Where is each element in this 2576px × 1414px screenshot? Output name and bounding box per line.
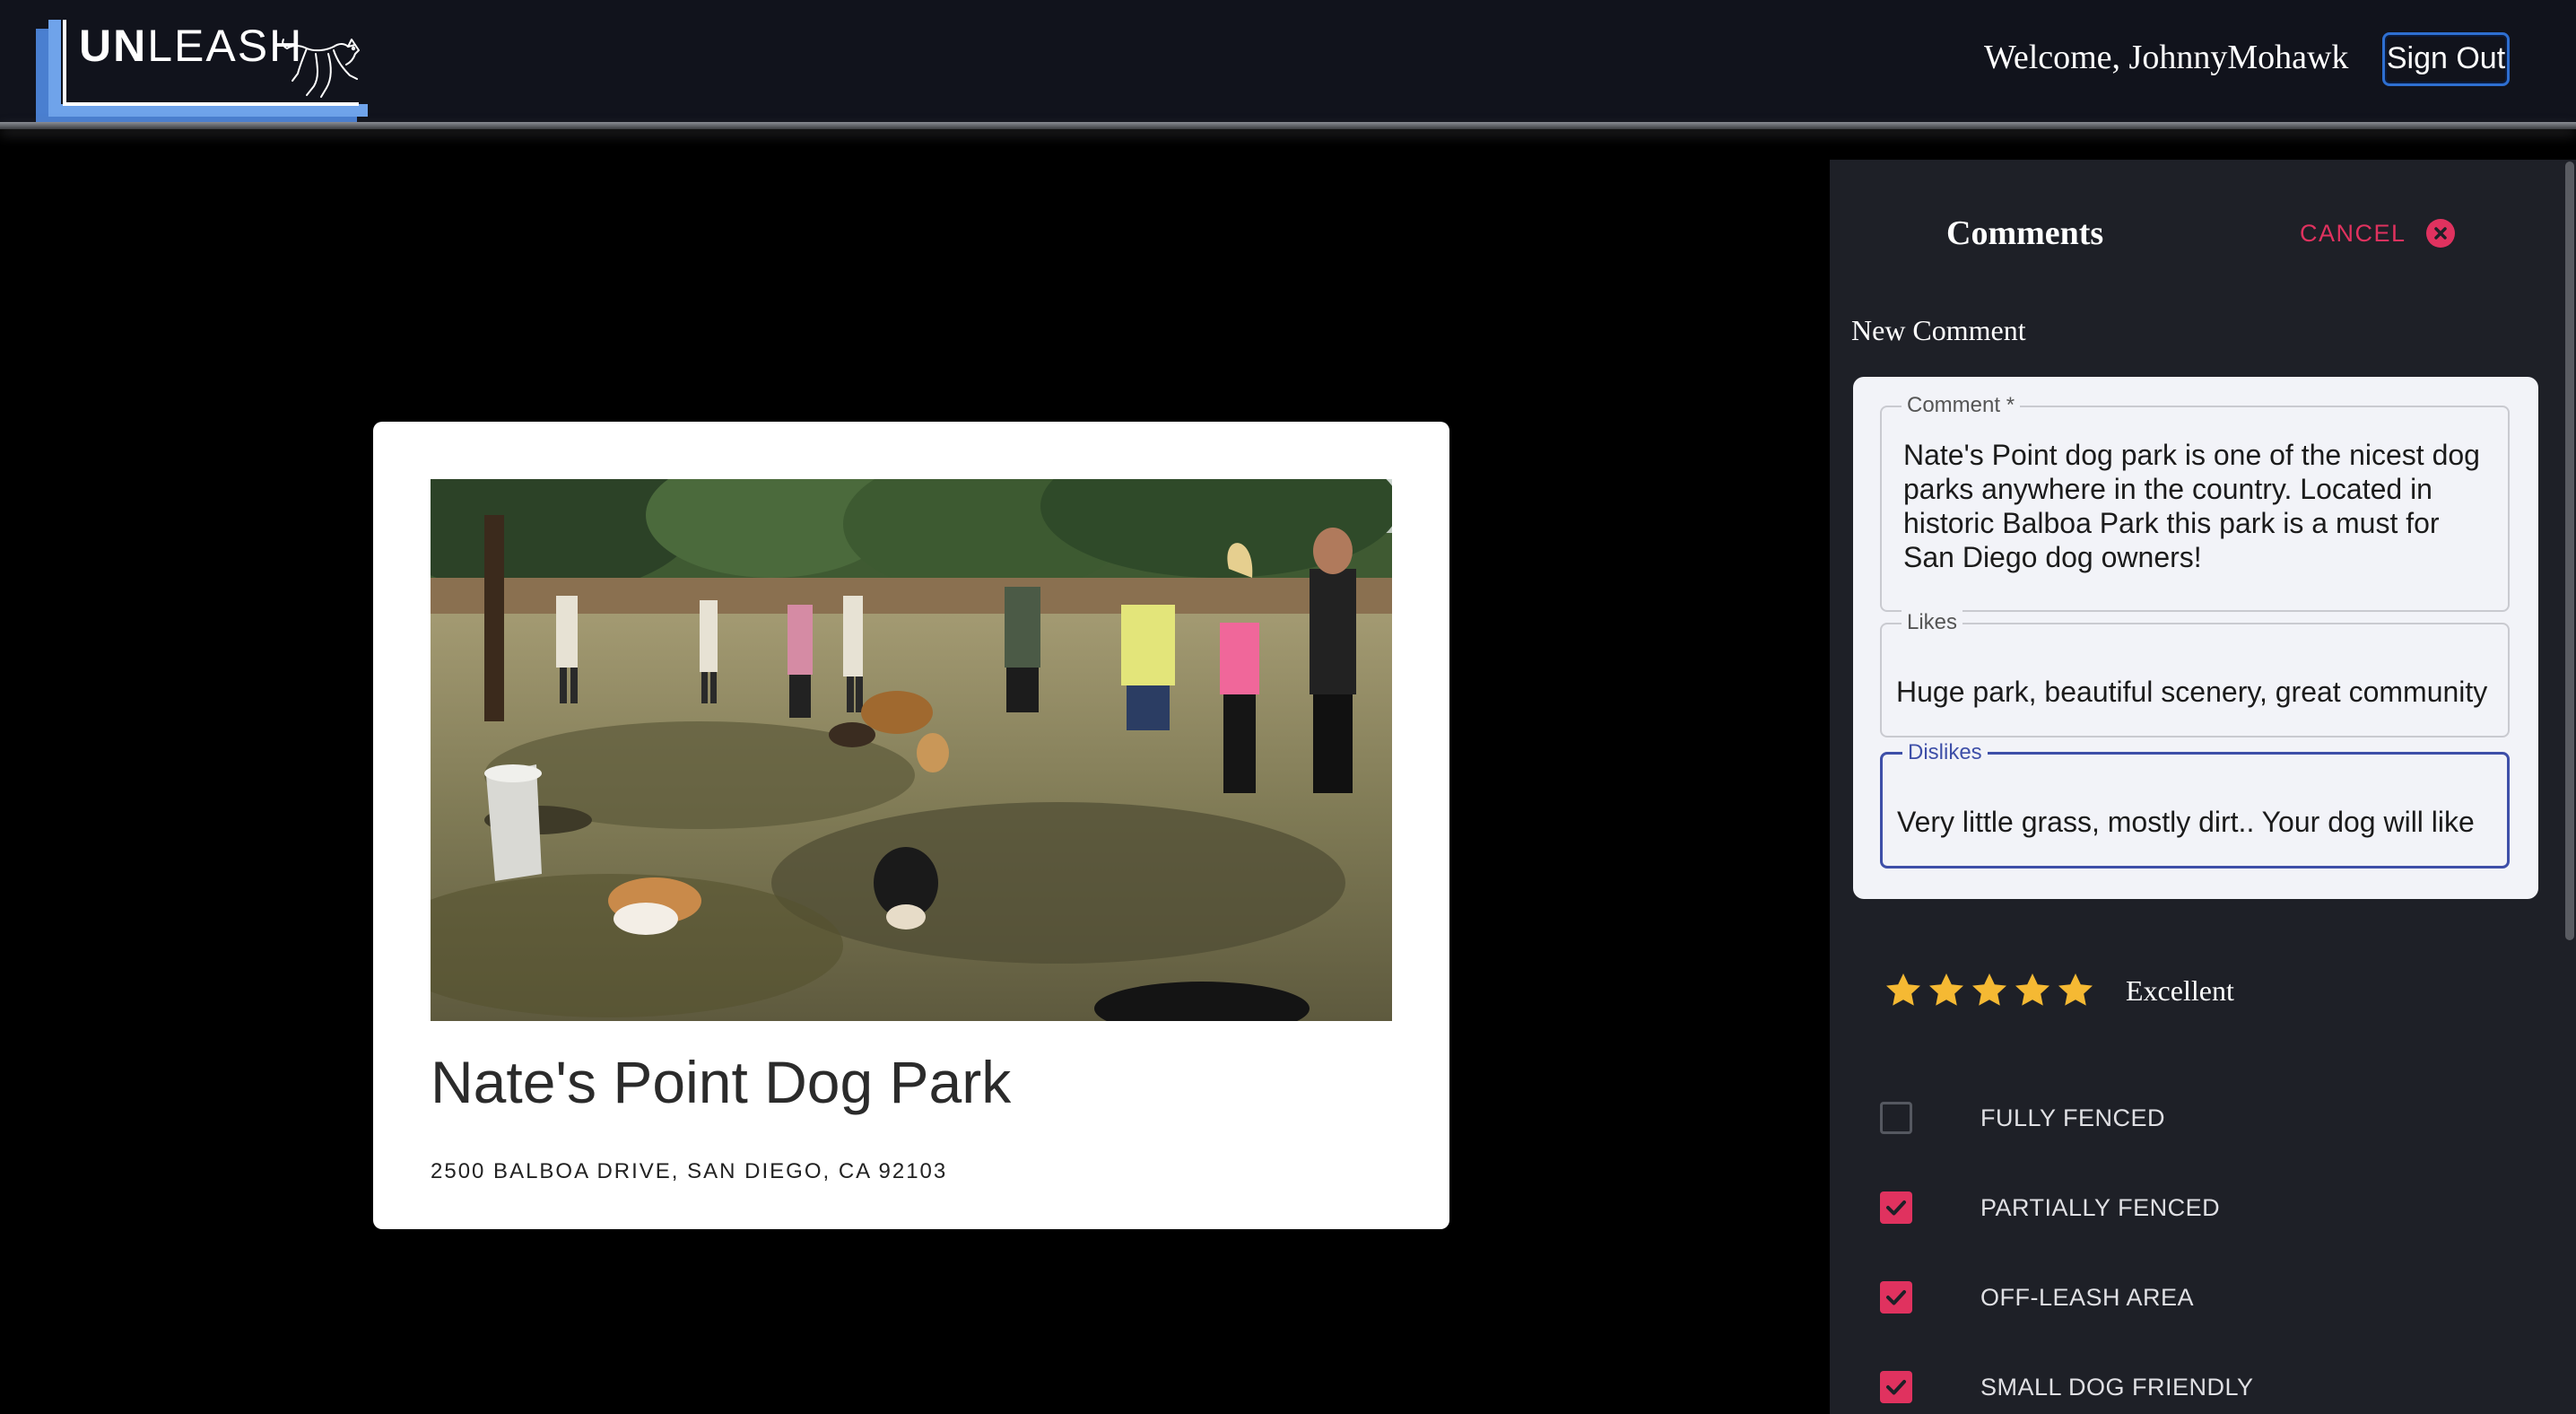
panel-scroll-thumb[interactable] <box>2565 161 2574 940</box>
amenity-option-label: FULLY FENCED <box>1980 1104 2166 1131</box>
running-dog-icon <box>282 39 360 98</box>
welcome-message: Welcome, JohnnyMohawk <box>1984 39 2349 76</box>
dislikes-field-label: Dislikes <box>1902 740 1988 765</box>
likes-field[interactable]: Likes Huge park, beautiful scenery, grea… <box>1880 610 2510 738</box>
star-icon[interactable] <box>1968 969 2011 1012</box>
amenity-option-label: PARTIALLY FENCED <box>1980 1193 2221 1221</box>
logo-wordmark: UNLEASH <box>79 20 303 72</box>
comment-field-value[interactable]: Nate's Point dog park is one of the nice… <box>1903 438 2495 574</box>
park-card[interactable]: Nate's Point Dog Park 2500 BALBOA DRIVE,… <box>373 422 1449 1229</box>
dislikes-field-value[interactable]: Very little grass, mostly dirt.. Your do… <box>1897 805 2503 839</box>
amenity-option[interactable]: SMALL DOG FRIENDLY <box>1880 1371 2254 1403</box>
comment-field-label: Comment * <box>1902 393 2021 418</box>
app-header: UNLEASH Welcome, JohnnyMohawk Sign Out <box>0 0 2576 127</box>
star-rating[interactable]: Excellent <box>1882 969 2234 1012</box>
comments-title: Comments <box>1946 214 2104 252</box>
logo-wordmark-bold: UN <box>79 21 148 71</box>
star-icon[interactable] <box>2054 969 2097 1012</box>
checkmark-icon <box>1886 1290 1906 1305</box>
amenity-option[interactable]: FULLY FENCED <box>1880 1102 2165 1134</box>
unleash-logo[interactable]: UNLEASH <box>36 20 368 135</box>
logo-stripe <box>48 20 61 113</box>
checkmark-icon <box>1886 1380 1906 1395</box>
park-photo <box>431 479 1392 1021</box>
star-icon[interactable] <box>1882 969 1925 1012</box>
likes-field-value[interactable]: Huge park, beautiful scenery, great comm… <box>1896 675 2502 709</box>
dislikes-field[interactable]: Dislikes Very little grass, mostly dirt.… <box>1880 740 2510 868</box>
header-divider <box>0 122 2576 129</box>
park-address: 2500 BALBOA DRIVE, SAN DIEGO, CA 92103 <box>431 1159 948 1183</box>
comment-field[interactable]: Comment * Nate's Point dog park is one o… <box>1880 393 2510 612</box>
amenity-option[interactable]: PARTIALLY FENCED <box>1880 1191 2220 1224</box>
checkbox-checked[interactable] <box>1880 1281 1912 1314</box>
rating-label: Excellent <box>2126 973 2234 1007</box>
new-comment-heading: New Comment <box>1851 314 2026 346</box>
checkbox-unchecked[interactable] <box>1880 1102 1912 1134</box>
park-name: Nate's Point Dog Park <box>431 1049 1012 1115</box>
amenity-option-label: OFF-LEASH AREA <box>1980 1283 2195 1311</box>
logo-stripe <box>36 29 48 126</box>
likes-field-label: Likes <box>1902 610 1963 635</box>
star-icon[interactable] <box>2011 969 2054 1012</box>
comment-form: Comment * Nate's Point dog park is one o… <box>1853 377 2538 899</box>
cancel-label: CANCEL <box>2300 219 2406 247</box>
checkbox-checked[interactable] <box>1880 1191 1912 1224</box>
checkbox-checked[interactable] <box>1880 1371 1912 1403</box>
sign-out-button[interactable]: Sign Out <box>2382 32 2510 86</box>
amenity-option[interactable]: OFF-LEASH AREA <box>1880 1281 2194 1314</box>
checkmark-icon <box>1886 1200 1906 1216</box>
cancel-button[interactable]: CANCEL <box>2300 219 2455 248</box>
star-icon[interactable] <box>1925 969 1968 1012</box>
close-circle-icon[interactable] <box>2425 219 2455 248</box>
rating-stars[interactable] <box>1882 969 2097 1012</box>
amenity-option-label: SMALL DOG FRIENDLY <box>1980 1373 2254 1401</box>
logo-stripe <box>48 104 368 117</box>
